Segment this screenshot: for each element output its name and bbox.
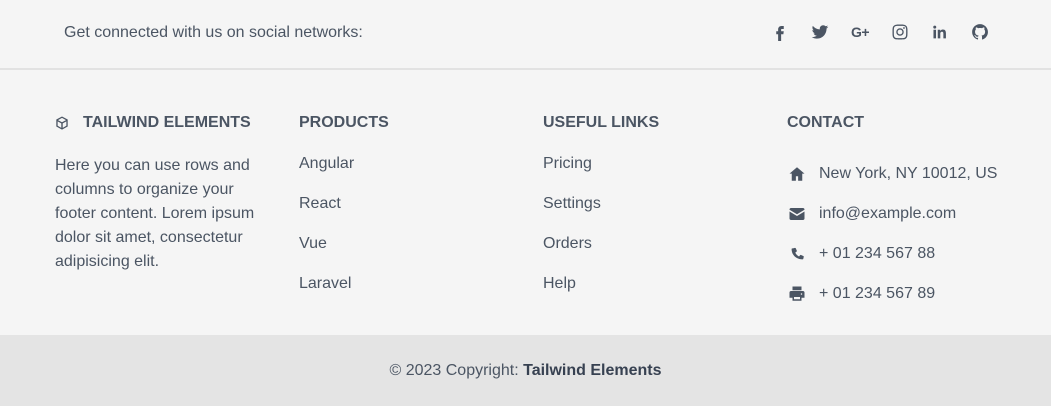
contact-item-phone: + 01 234 567 88 xyxy=(787,234,997,274)
brand-heading: TAILWIND ELEMENTS xyxy=(55,114,265,132)
useful-link-orders[interactable]: Orders xyxy=(543,235,592,252)
google-plus-icon[interactable]: G+ xyxy=(850,22,870,42)
contact-item-address: New York, NY 10012, US xyxy=(787,154,997,194)
list-item: React xyxy=(299,194,389,234)
social-icons: G+ xyxy=(750,22,990,42)
useful-links-heading: USEFUL LINKS xyxy=(543,114,660,131)
products-column: PRODUCTS Angular React Vue Laravel xyxy=(299,114,389,314)
linkedin-icon[interactable] xyxy=(930,22,950,42)
envelope-icon xyxy=(787,204,807,224)
products-link-vue[interactable]: Vue xyxy=(299,235,327,252)
contact-fax: + 01 234 567 89 xyxy=(819,285,936,302)
cube-icon xyxy=(55,116,69,130)
list-item: Orders xyxy=(543,234,659,274)
useful-link-settings[interactable]: Settings xyxy=(543,195,601,212)
copyright-link[interactable]: Tailwind Elements xyxy=(523,362,661,379)
useful-links-list: Pricing Settings Orders Help xyxy=(543,154,659,314)
contact-column: CONTACT New York, NY 10012, US info@exam… xyxy=(787,114,997,314)
social-text: Get connected with us on social networks… xyxy=(64,24,363,41)
contact-phone: + 01 234 567 88 xyxy=(819,245,936,262)
useful-link-help[interactable]: Help xyxy=(543,275,576,292)
contact-item-fax: + 01 234 567 89 xyxy=(787,274,997,314)
contact-item-email: info@example.com xyxy=(787,194,997,234)
footer-main: TAILWIND ELEMENTS Here you can use rows … xyxy=(0,70,1051,335)
products-heading: PRODUCTS xyxy=(299,114,389,131)
useful-link-pricing[interactable]: Pricing xyxy=(543,155,592,172)
phone-icon xyxy=(787,244,807,264)
printer-icon xyxy=(787,284,807,304)
home-icon xyxy=(787,164,807,184)
instagram-icon[interactable] xyxy=(890,22,910,42)
github-icon[interactable] xyxy=(970,22,990,42)
contact-address: New York, NY 10012, US xyxy=(819,165,998,182)
copyright-text: © 2023 Copyright: xyxy=(389,362,524,379)
contact-heading: CONTACT xyxy=(787,114,865,131)
list-item: Settings xyxy=(543,194,659,234)
list-item: Laravel xyxy=(299,274,389,314)
contact-email: info@example.com xyxy=(819,205,957,222)
social-bar: Get connected with us on social networks… xyxy=(0,0,1051,70)
brand-title: TAILWIND ELEMENTS xyxy=(83,114,251,131)
copyright-bar: © 2023 Copyright: Tailwind Elements xyxy=(0,335,1051,406)
twitter-icon[interactable] xyxy=(810,22,830,42)
products-link-react[interactable]: React xyxy=(299,195,341,212)
products-link-angular[interactable]: Angular xyxy=(299,155,354,172)
brand-description: Here you can use rows and columns to org… xyxy=(55,157,255,270)
brand-column: TAILWIND ELEMENTS Here you can use rows … xyxy=(55,114,265,274)
contact-list: New York, NY 10012, US info@example.com … xyxy=(787,154,997,314)
list-item: Vue xyxy=(299,234,389,274)
useful-links-column: USEFUL LINKS Pricing Settings Orders Hel… xyxy=(543,114,659,314)
list-item: Angular xyxy=(299,154,389,194)
products-link-laravel[interactable]: Laravel xyxy=(299,275,351,292)
facebook-icon[interactable] xyxy=(770,22,790,42)
list-item: Pricing xyxy=(543,154,659,194)
products-list: Angular React Vue Laravel xyxy=(299,154,389,314)
list-item: Help xyxy=(543,274,659,314)
